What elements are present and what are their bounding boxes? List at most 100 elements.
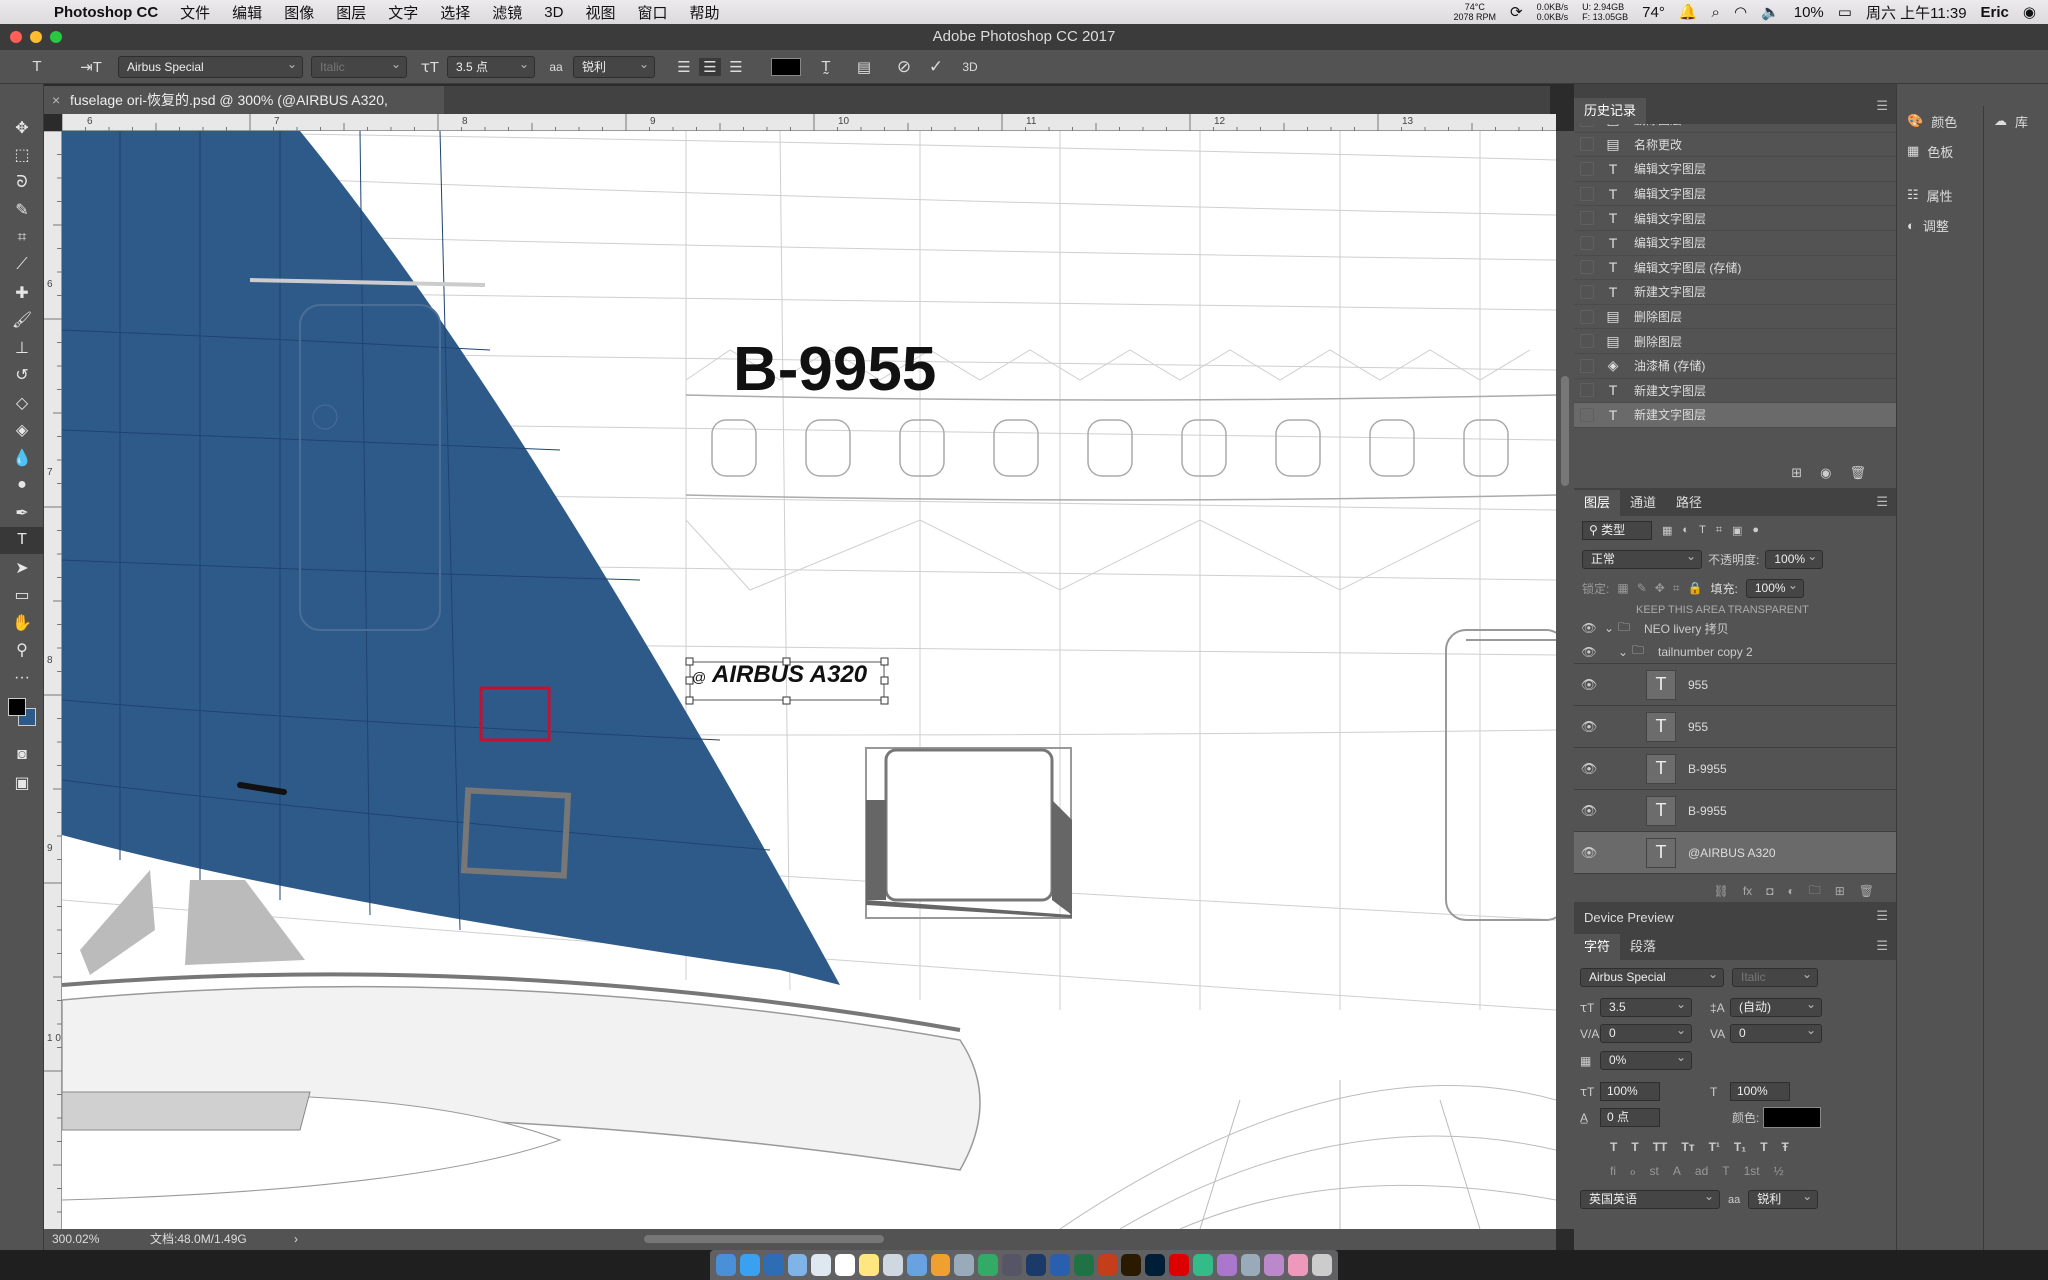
system-icon[interactable] <box>811 1254 832 1276</box>
opentype-button[interactable]: ½ <box>1774 1164 1784 1178</box>
maps-icon[interactable] <box>978 1254 999 1276</box>
tab-channels[interactable]: 通道 <box>1620 490 1666 516</box>
memory-readout[interactable]: U: 2.94GB F: 13.05GB <box>1582 2 1628 22</box>
chevron-down-icon[interactable]: ⌄ <box>1618 645 1632 659</box>
excel-icon[interactable] <box>1073 1254 1094 1276</box>
zoom-window-button[interactable] <box>50 31 62 43</box>
commit-edit-icon[interactable]: ✓ <box>925 57 947 77</box>
airbus-text-layer[interactable]: @ AIRBUS A320 <box>685 657 889 705</box>
calendar-icon[interactable] <box>835 1254 856 1276</box>
char-color-swatch[interactable] <box>1763 1107 1822 1128</box>
trash-icon[interactable] <box>1312 1254 1332 1276</box>
visibility-eye-icon[interactable]: 👁 <box>1574 803 1604 819</box>
layer-row[interactable]: 👁 T B-9955 <box>1574 748 1896 790</box>
history-state[interactable]: T 新建文字图层 <box>1574 379 1896 404</box>
network-readout[interactable]: 0.0KB/s 0.0KB/s <box>1537 2 1569 22</box>
opentype-button[interactable]: ℴ <box>1630 1164 1636 1178</box>
launchpad-icon[interactable] <box>906 1254 927 1276</box>
battery-readout[interactable]: 10% <box>1794 4 1824 21</box>
opacity-input[interactable]: 100% <box>1765 548 1824 569</box>
visibility-eye-icon[interactable]: 👁 <box>1574 845 1604 861</box>
lock-position-icon[interactable]: ✥ <box>1655 581 1665 595</box>
visibility-eye-icon[interactable]: 👁 <box>1574 677 1604 693</box>
sync-icon[interactable]: ⟳ <box>1510 3 1523 21</box>
device-preview-title[interactable]: Device Preview <box>1584 910 1674 925</box>
char-antialias-select[interactable]: 锐利 <box>1748 1188 1819 1209</box>
panels-toggle-icon[interactable]: ▤ <box>853 58 875 76</box>
visibility-eye-icon[interactable]: 👁 <box>1574 621 1604 635</box>
search-icon[interactable]: ⌕ <box>1712 4 1720 21</box>
foreground-color-swatch[interactable] <box>8 697 26 716</box>
battery-icon[interactable]: ▭ <box>1838 3 1852 21</box>
screen-mode-icon[interactable]: ▣ <box>0 769 44 797</box>
history-state[interactable]: T 编辑文字图层 <box>1574 157 1896 182</box>
status-menu-icon[interactable]: › <box>294 1229 298 1250</box>
mask-icon[interactable]: ◘ <box>1766 884 1773 898</box>
type-style-button[interactable]: T₁ <box>1734 1140 1746 1154</box>
clock[interactable]: 周六 上午11:39 <box>1866 2 1967 23</box>
menu-select[interactable]: 选择 <box>440 2 470 23</box>
menu-window[interactable]: 窗口 <box>637 2 667 23</box>
align-center-icon[interactable]: ☰ <box>699 57 721 76</box>
volume-icon[interactable]: 🔈 <box>1761 3 1780 21</box>
color-panel-button[interactable]: 🎨 颜色 <box>1897 106 1967 136</box>
layer-group-tailnumber[interactable]: 👁 ⌄ 🗀 tailnumber copy 2 <box>1574 640 1896 664</box>
history-brush-source-checkbox[interactable] <box>1580 358 1594 373</box>
layer-row[interactable]: 👁 T 955 <box>1574 664 1896 706</box>
adjustment-icon[interactable]: ◐ <box>1787 884 1794 898</box>
history-state[interactable]: T 编辑文字图层 <box>1574 206 1896 231</box>
tab-paragraph[interactable]: 段落 <box>1620 934 1666 960</box>
lasso-tool-icon[interactable]: ᘐ <box>0 169 44 197</box>
menu-view[interactable]: 视图 <box>585 2 615 23</box>
history-brush-source-checkbox[interactable] <box>1580 235 1594 250</box>
char-scale-input[interactable]: 0% <box>1600 1049 1692 1070</box>
tab-character[interactable]: 字符 <box>1574 934 1621 960</box>
history-brush-source-checkbox[interactable] <box>1580 124 1594 127</box>
horizontal-ruler[interactable]: 6 7 8 9 10 11 12 13 <box>61 114 1556 131</box>
lock-artboard-icon[interactable]: ⌗ <box>1673 581 1680 596</box>
align-left-icon[interactable]: ☰ <box>673 58 695 76</box>
history-brush-source-checkbox[interactable] <box>1580 407 1594 422</box>
temp-readout[interactable]: 74°C 2078 RPM <box>1454 2 1497 22</box>
opentype-button[interactable]: 1st <box>1744 1164 1760 1178</box>
char-vscale-input[interactable]: 100% <box>1600 1082 1660 1101</box>
menu-file[interactable]: 文件 <box>180 2 210 23</box>
canvas-vertical-scrollbar[interactable] <box>1556 131 1574 1229</box>
antialias-select[interactable]: 锐利 <box>573 54 655 78</box>
safari-icon[interactable] <box>739 1254 760 1276</box>
menu-help[interactable]: 帮助 <box>689 2 719 23</box>
align-right-icon[interactable]: ☰ <box>725 58 747 76</box>
app-red-icon[interactable] <box>1169 1254 1189 1276</box>
layer-row[interactable]: 👁 T B-9955 <box>1574 790 1896 832</box>
photos-icon[interactable] <box>930 1254 951 1276</box>
dodge-tool-icon[interactable]: ● <box>0 472 44 500</box>
properties-panel-button[interactable]: ☷ 属性 <box>1897 180 1967 210</box>
app-lilac-icon[interactable] <box>1264 1254 1285 1276</box>
fill-input[interactable]: 100% <box>1745 577 1804 598</box>
char-font-select[interactable]: Airbus Special <box>1580 966 1724 987</box>
filter-smart-icon[interactable]: ▣ <box>1732 524 1742 537</box>
move-tool-icon[interactable]: ✥ <box>0 114 44 142</box>
history-state[interactable]: ◈ 油漆桶 (存储) <box>1574 354 1896 379</box>
language-select[interactable]: 英国英语 <box>1580 1188 1720 1209</box>
font-style-select[interactable]: Italic <box>311 54 407 78</box>
history-brush-source-checkbox[interactable] <box>1580 334 1594 349</box>
filter-adjust-icon[interactable]: ◐ <box>1682 524 1689 536</box>
documents-icon[interactable] <box>882 1254 903 1276</box>
registration-text[interactable]: B-9955 <box>733 335 936 404</box>
powerpoint-icon[interactable] <box>1097 1254 1118 1276</box>
filter-toggle-icon[interactable]: ● <box>1752 524 1759 536</box>
history-brush-source-checkbox[interactable] <box>1580 161 1594 176</box>
history-brush-tool-icon[interactable]: ↺ <box>0 362 44 390</box>
chrome-icon[interactable] <box>763 1254 784 1276</box>
user-name[interactable]: Eric <box>1981 4 2009 21</box>
rectangle-tool-icon[interactable]: ▭ <box>0 582 44 610</box>
menu-3d[interactable]: 3D <box>544 4 563 21</box>
history-brush-source-checkbox[interactable] <box>1580 383 1594 398</box>
history-brush-source-checkbox[interactable] <box>1580 284 1594 299</box>
type-style-button[interactable]: T <box>1631 1140 1638 1154</box>
char-baseline-input[interactable]: 0 点 <box>1600 1108 1660 1127</box>
cancel-edit-icon[interactable]: ⊘ <box>893 57 915 77</box>
delete-state-icon[interactable]: 🗑 <box>1849 465 1866 481</box>
illustrator-icon[interactable] <box>1121 1254 1142 1276</box>
